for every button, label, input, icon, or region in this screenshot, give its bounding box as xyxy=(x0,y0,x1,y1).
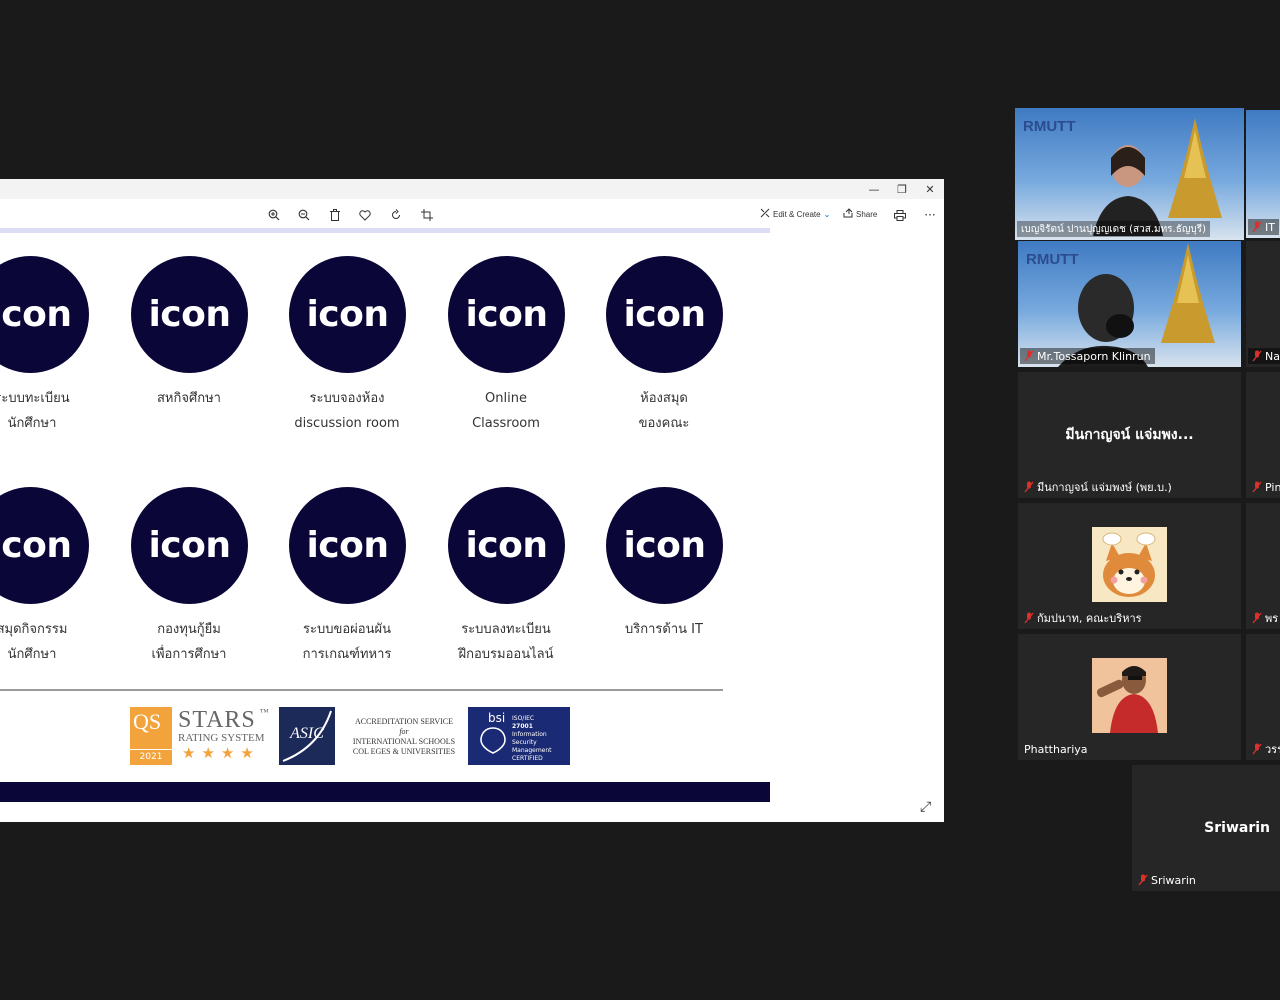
participant-tile-partial[interactable]: วรร xyxy=(1246,634,1280,760)
service-label: บริการด้าน IT xyxy=(625,622,703,637)
slide-divider xyxy=(0,689,723,691)
edit-create-icon xyxy=(760,208,770,220)
star-rating-icon: ★★★★ xyxy=(182,746,260,762)
service-label: ระบบขอผ่อนผัน การเกณฑ์ทหาร xyxy=(302,622,392,662)
zoom-in-icon[interactable] xyxy=(265,206,283,224)
service-label: สหกิจศึกษา xyxy=(157,391,221,406)
share-button[interactable]: Share xyxy=(843,207,877,221)
muted-microphone-icon xyxy=(1024,350,1034,362)
muted-microphone-icon xyxy=(1252,221,1262,233)
avatar xyxy=(1092,658,1167,733)
participant-name: Sriwarin xyxy=(1134,872,1200,888)
cooperative-education-icon: icon xyxy=(131,256,248,373)
edit-create-label: Edit & Create xyxy=(773,209,821,219)
participant-name: เบญจิรัตน์ ปานปุญญเดช (สวส.มทร.ธัญบุรี) xyxy=(1017,221,1210,237)
minimize-button[interactable]: — xyxy=(860,180,888,198)
title-bar: — ❐ ✕ xyxy=(0,179,944,199)
shiba-dog-avatar-icon xyxy=(1102,532,1156,597)
print-icon[interactable] xyxy=(891,206,909,224)
crop-icon[interactable] xyxy=(418,206,436,224)
participant-name: IT xyxy=(1248,219,1279,235)
training-registration-icon: icon xyxy=(448,487,565,604)
military-deferral-icon: icon xyxy=(289,487,406,604)
participant-tile[interactable]: Sriwarin Sriwarin xyxy=(1132,765,1280,891)
participant-name: วรร xyxy=(1248,741,1280,757)
service-label: ห้องสมุด ของคณะ xyxy=(638,391,690,431)
participant-tile-partial[interactable]: IT xyxy=(1246,110,1280,238)
student-loan-icon: icon xyxy=(131,487,248,604)
muted-microphone-icon xyxy=(1252,481,1262,493)
participant-tile-partial[interactable]: พร xyxy=(1246,503,1280,629)
share-icon xyxy=(843,208,853,220)
student-registration-icon: icon xyxy=(0,256,89,373)
participant-tile[interactable]: กัมปนาท, คณะบริหาร xyxy=(1018,503,1241,629)
accreditation-logos: QS 2021 STARS ™ RATING SYSTEM ★★★★ ASIC … xyxy=(0,707,770,767)
faculty-library-icon: icon xyxy=(606,256,723,373)
participant-tile-partial[interactable]: Pin xyxy=(1246,372,1280,498)
delete-icon[interactable] xyxy=(326,206,344,224)
more-options-icon[interactable]: ··· xyxy=(921,206,939,224)
muted-microphone-icon xyxy=(1252,743,1262,755)
share-label: Share xyxy=(856,209,878,219)
close-button[interactable]: ✕ xyxy=(916,180,944,198)
online-classroom-icon: icon xyxy=(448,256,565,373)
muted-microphone-icon xyxy=(1252,350,1262,362)
edit-create-button[interactable]: Edit & Create ⌄ xyxy=(760,207,830,221)
bsi-iso-logo: bsi ISO/IEC 27001 Information Security M… xyxy=(468,707,570,765)
muted-microphone-icon xyxy=(1252,612,1262,624)
participant-name: มีนกาญจน์ แจ่มพงษ์ (พย.บ.) xyxy=(1020,479,1176,495)
muted-microphone-icon xyxy=(1024,612,1034,624)
asic-accreditation-text: ACCREDITATION SERVICE for INTERNATIONAL … xyxy=(352,717,456,756)
university-logo: RMUTT xyxy=(1023,118,1076,135)
qs-rating-text: STARS ™ RATING SYSTEM ★★★★ xyxy=(178,707,269,762)
participant-tile[interactable]: RMUTT Mr.Tossaporn Klinrun xyxy=(1018,241,1241,367)
participant-tile-partial[interactable]: Na xyxy=(1246,241,1280,367)
participant-tile[interactable]: Phatthariya xyxy=(1018,634,1241,760)
profile-photo-icon xyxy=(1092,658,1167,733)
participant-name: Mr.Tossaporn Klinrun xyxy=(1020,348,1155,364)
muted-microphone-icon xyxy=(1024,481,1034,493)
service-label: สมุดกิจกรรม นักศึกษา xyxy=(0,622,68,662)
favorite-heart-icon[interactable] xyxy=(356,206,374,224)
expand-icon[interactable]: ⤢ xyxy=(920,799,936,815)
participant-name: กัมปนาท, คณะบริหาร xyxy=(1020,610,1146,626)
it-service-icon: icon xyxy=(606,487,723,604)
service-label: ระบบลงทะเบียน ฝึกอบรมออนไลน์ xyxy=(458,622,554,662)
participant-name: Na xyxy=(1248,348,1280,364)
avatar xyxy=(1092,527,1167,602)
photo-toolbar: Edit & Create ⌄ Share ··· xyxy=(0,199,944,229)
participant-tile[interactable]: มีนกาญจน์ แจ่มพง... มีนกาญจน์ แจ่มพงษ์ (… xyxy=(1018,372,1241,498)
room-booking-icon: icon xyxy=(289,256,406,373)
service-label: ระบบจองห้อง discussion room xyxy=(294,391,400,431)
participant-name: พร xyxy=(1248,610,1280,626)
bsi-kitemark-icon xyxy=(480,727,506,754)
restore-button[interactable]: ❐ xyxy=(888,180,916,198)
service-label: กองทุนกู้ยืม เพื่อการศึกษา xyxy=(151,622,227,662)
rotate-icon[interactable] xyxy=(387,206,405,224)
service-label: ระบบทะเบียน นักศึกษา xyxy=(0,391,70,431)
slide-footer-band xyxy=(0,782,770,802)
asic-logo: ASIC xyxy=(279,707,335,765)
service-label: Online Classroom xyxy=(472,391,540,431)
activity-book-icon: icon xyxy=(0,487,89,604)
shared-screen-window: — ❐ ✕ Edit & Create ⌄ Share ··· con icon… xyxy=(0,179,944,822)
slide-top-border xyxy=(0,228,770,233)
muted-microphone-icon xyxy=(1138,874,1148,886)
participant-name: Pin xyxy=(1248,479,1280,495)
participant-name: Phatthariya xyxy=(1024,742,1088,756)
temple-icon xyxy=(1161,243,1215,343)
zoom-out-icon[interactable] xyxy=(295,206,313,224)
chevron-down-icon: ⌄ xyxy=(823,209,831,219)
qs-stars-logo: QS 2021 xyxy=(130,707,172,765)
temple-icon xyxy=(1168,118,1222,218)
participant-tile-active-speaker[interactable]: RMUTT เบญจิรัตน์ ปานปุญญเดช (สวส.มทร.ธัญ… xyxy=(1015,108,1244,240)
